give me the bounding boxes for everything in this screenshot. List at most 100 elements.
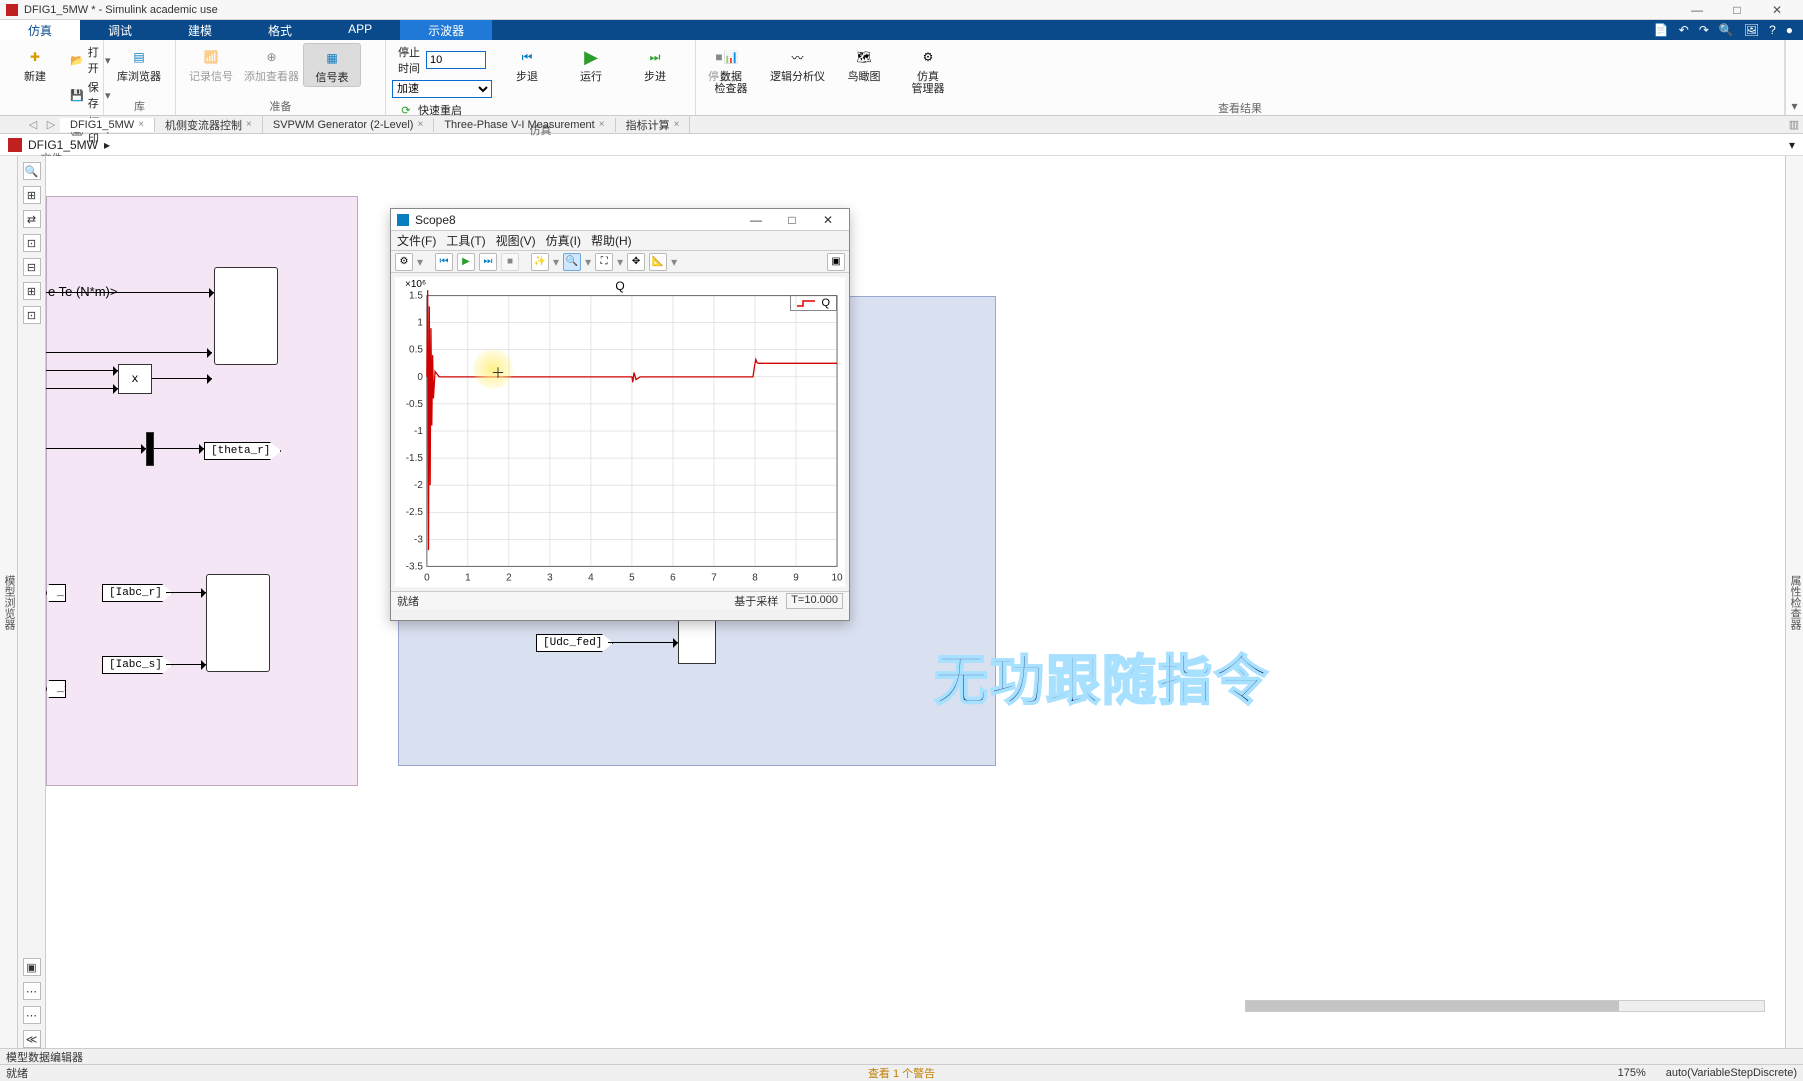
tool-6-icon[interactable]: ⊡ [23,306,41,324]
scope-stepfwd-icon[interactable]: ⏭ [479,253,497,271]
qa-more-icon[interactable]: ● [1786,23,1793,37]
scope-menu-tools[interactable]: 工具(T) [446,232,485,249]
tool-3-icon[interactable]: ⊡ [23,234,41,252]
signal-table-button[interactable]: ▦信号表 [303,43,361,87]
scope-highlight-icon[interactable]: ✨ [531,253,549,271]
tool-9-icon[interactable]: ⋯ [23,1006,41,1024]
tab-simulate[interactable]: 仿真 [0,20,80,40]
stop-button[interactable]: ■停止 [690,43,748,85]
property-inspector-tab[interactable]: 属性检查器 [1785,156,1803,1048]
from-iabc-s[interactable]: [Iabc_s] [102,656,173,674]
sim-manager-button[interactable]: ⚙仿真 管理器 [899,43,957,97]
ribbon-collapse-button[interactable]: ▾ [1785,40,1803,115]
new-button[interactable]: ✚ 新建 [6,43,64,85]
scope-window[interactable]: Scope8 — □ ✕ 文件(F) 工具(T) 视图(V) 仿真(I) 帮助(… [390,208,850,621]
scope-zoom-icon[interactable]: 🔍 [563,253,581,271]
qa-undo-icon[interactable]: ↶ [1679,23,1689,37]
scope-minimize-button[interactable]: — [741,213,771,227]
scope-menu-sim[interactable]: 仿真(I) [546,232,581,249]
breadcrumb-path[interactable]: DFIG1_5MW [28,138,98,152]
doctab-4[interactable]: 指标计算× [616,116,691,134]
scope-autoscale-icon[interactable]: ⛶ [595,253,613,271]
scope-cursor-icon[interactable]: ✥ [627,253,645,271]
tab-app[interactable]: APP [320,20,400,40]
port-r[interactable]: _r] [46,584,66,602]
minimize-button[interactable]: — [1677,0,1717,20]
port-s[interactable]: _s] [46,680,66,698]
step-back-button[interactable]: ⏮步退 [498,43,556,85]
fast-restart-button[interactable]: ⟳快速重启 [392,101,492,119]
status-solver[interactable]: auto(VariableStepDiscrete) [1666,1067,1797,1079]
doctab-close-1[interactable]: × [246,119,252,130]
maximize-button[interactable]: □ [1717,0,1757,20]
model-canvas[interactable]: x [theta_r] [Iabc_r] [Iabc_s] _r] _s] e … [46,156,1785,1048]
model-data-editor-bar[interactable]: 模型数据编辑器 [0,1048,1803,1064]
breadcrumb-dropdown-icon[interactable]: ▾ [1789,138,1795,152]
qa-redo-icon[interactable]: ↷ [1699,23,1709,37]
qa-doc-icon[interactable]: 📄 [1654,23,1669,37]
tool-4-icon[interactable]: ⊟ [23,258,41,276]
close-button[interactable]: ✕ [1757,0,1797,20]
doctab-next-icon[interactable]: ▷ [42,118,60,131]
record-signal-button[interactable]: 📶记录信号 [182,43,240,85]
doctab-close-2[interactable]: × [417,119,423,130]
status-warning[interactable]: 查看 1 个警告 [868,1065,935,1081]
goto-theta-r[interactable]: [theta_r] [204,442,281,460]
canvas-hscrollbar[interactable] [1245,1000,1765,1012]
scope-measure-icon[interactable]: 📐 [649,253,667,271]
qa-help-icon[interactable]: ? [1769,23,1776,37]
doctab-close-0[interactable]: × [138,119,144,130]
scope-menu-file[interactable]: 文件(F) [397,232,436,249]
tab-format[interactable]: 格式 [240,20,320,40]
tool-8-icon[interactable]: ⋯ [23,982,41,1000]
doctab-2[interactable]: SVPWM Generator (2-Level)× [263,118,434,132]
scope-titlebar[interactable]: Scope8 — □ ✕ [391,209,849,231]
doctab-0[interactable]: DFIG1_5MW× [60,118,155,132]
library-browser-button[interactable]: ▤库浏览器 [110,43,168,85]
tool-7-icon[interactable]: ▣ [23,958,41,976]
product-block[interactable]: x [118,364,152,394]
doctab-3[interactable]: Three-Phase V-I Measurement× [434,118,615,132]
tool-2-icon[interactable]: ⇄ [23,210,41,228]
scroll-thumb[interactable] [1246,1001,1619,1011]
scope-play-icon[interactable]: ▶ [457,253,475,271]
qa-find-icon[interactable]: 🔍 [1719,23,1734,37]
stoptime-input[interactable] [426,51,486,69]
scope-menu-view[interactable]: 视图(V) [496,232,536,249]
model-browser-tab[interactable]: 模型浏览器 [0,156,18,1048]
scope-maximize-button[interactable]: □ [777,213,807,227]
doctab-list-icon[interactable]: ▥ [1785,118,1803,131]
scope-stepback-icon[interactable]: ⏮ [435,253,453,271]
doctab-close-4[interactable]: × [674,119,680,130]
run-button[interactable]: ▶运行 [562,43,620,85]
tool-1-icon[interactable]: ⊞ [23,186,41,204]
doctab-prev-icon[interactable]: ◁ [24,118,42,131]
tab-debug[interactable]: 调试 [80,20,160,40]
doctab-close-3[interactable]: × [599,119,605,130]
scope-stop-icon[interactable]: ■ [501,253,519,271]
scope-menu-help[interactable]: 帮助(H) [591,232,632,249]
scope-block-2[interactable] [206,574,270,672]
chevron-right-icon[interactable]: ▸ [104,138,110,152]
tool-5-icon[interactable]: ⊞ [23,282,41,300]
logic-analyzer-button[interactable]: 〰逻辑分析仪 [766,43,829,85]
qa-layout-icon[interactable]: 🖼 [1744,23,1759,37]
tool-magnify-icon[interactable]: 🔍 [23,162,41,180]
tab-scope[interactable]: 示波器 [400,20,492,40]
doctab-1[interactable]: 机侧变流器控制× [155,116,263,134]
sim-mode-select[interactable]: 加速 [392,80,492,98]
scope-close-button[interactable]: ✕ [813,213,843,227]
scope-block-1[interactable] [214,267,278,365]
step-forward-button[interactable]: ⏭步进 [626,43,684,85]
scope-statusbar: 就绪 基于采样 T=10.000 [391,591,849,609]
scope-layout-icon[interactable]: ▣ [827,253,845,271]
bird-eye-button[interactable]: 🗺鸟瞰图 [835,43,893,85]
tool-collapse-icon[interactable]: ≪ [23,1030,41,1048]
status-zoom[interactable]: 175% [1618,1067,1646,1079]
from-udc-fed[interactable]: [Udc_fed] [536,634,613,652]
from-iabc-r[interactable]: [Iabc_r] [102,584,173,602]
scope-plot-area[interactable]: ×10⁶ Q Q 012345678910-3.5-3-2.5-2-1.5-1-… [395,277,845,587]
add-viewer-button[interactable]: ⊕添加查看器 [240,43,303,85]
tab-model[interactable]: 建模 [160,20,240,40]
scope-settings-icon[interactable]: ⚙ [395,253,413,271]
